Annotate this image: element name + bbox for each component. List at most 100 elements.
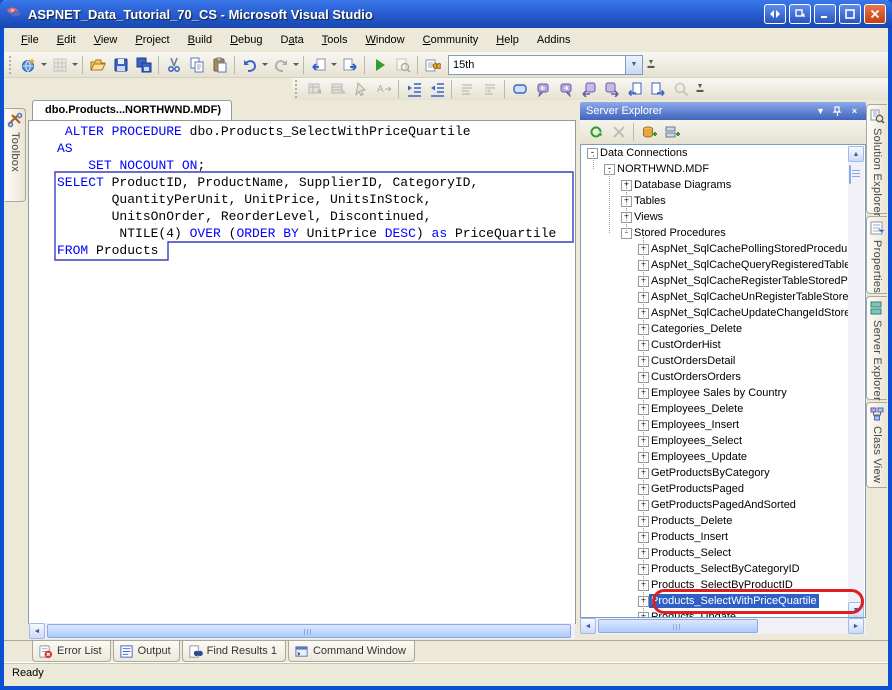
import-page-button[interactable] bbox=[623, 78, 646, 100]
undock-icon[interactable] bbox=[789, 4, 811, 24]
tree-item[interactable]: +Employee Sales by Country bbox=[581, 385, 850, 401]
menu-project[interactable]: Project bbox=[126, 30, 178, 50]
connect-to-server-button[interactable] bbox=[660, 121, 683, 143]
side-tab-solution-explorer[interactable]: Solution Explorer bbox=[866, 104, 887, 214]
side-tab-toolbox[interactable]: Toolbox bbox=[5, 108, 26, 202]
tree-item[interactable]: +Employees_Insert bbox=[581, 417, 850, 433]
decrease-indent-button[interactable] bbox=[402, 78, 425, 100]
scroll-thumb[interactable] bbox=[47, 624, 571, 638]
start-debug-button[interactable] bbox=[368, 54, 391, 76]
tree-item[interactable]: -Data Connections bbox=[581, 145, 850, 161]
side-tab-properties[interactable]: Properties bbox=[866, 216, 887, 294]
callout-next-button[interactable] bbox=[554, 78, 577, 100]
menu-help[interactable]: Help bbox=[487, 30, 528, 50]
side-tab-class-view[interactable]: Class View bbox=[866, 402, 887, 488]
tree-item[interactable]: +Employees_Update bbox=[581, 449, 850, 465]
close-icon[interactable] bbox=[864, 4, 886, 24]
bottom-tab-command-window[interactable]: Command Window bbox=[288, 641, 415, 662]
undo-dropdown-icon[interactable] bbox=[261, 54, 269, 76]
combo-dropdown-icon[interactable]: ▼ bbox=[626, 55, 643, 75]
toolbar-overflow-icon[interactable]: ▼▬ bbox=[694, 78, 706, 100]
server-explorer-caption[interactable]: Server Explorer ▼ × bbox=[580, 102, 866, 120]
tree-item[interactable]: +Products_Select bbox=[581, 545, 850, 561]
menu-view[interactable]: View bbox=[85, 30, 127, 50]
cut-button[interactable] bbox=[162, 54, 185, 76]
tree-item[interactable]: +AspNet_SqlCacheUpdateChangeIdStore bbox=[581, 305, 850, 321]
tree-item[interactable]: +Employees_Select bbox=[581, 433, 850, 449]
bottom-tab-find-results-1[interactable]: Find Results 1 bbox=[182, 641, 286, 662]
scroll-up-icon[interactable]: ▲ bbox=[848, 146, 864, 162]
menu-community[interactable]: Community bbox=[414, 30, 488, 50]
new-website-button[interactable] bbox=[17, 54, 40, 76]
tree-item[interactable]: +AspNet_SqlCachePollingStoredProcedure bbox=[581, 241, 850, 257]
window-menu-icon[interactable]: ▼ bbox=[813, 104, 828, 118]
tree-item[interactable]: +Categories_Delete bbox=[581, 321, 850, 337]
menu-data[interactable]: Data bbox=[272, 30, 313, 50]
tree-item[interactable]: +Products_Insert bbox=[581, 529, 850, 545]
connect-to-database-button[interactable] bbox=[637, 121, 660, 143]
tree-hscrollbar[interactable]: ◄ ► bbox=[580, 618, 866, 634]
editor-content[interactable]: ALTER PROCEDURE dbo.Products_SelectWithP… bbox=[28, 120, 576, 624]
scroll-thumb[interactable] bbox=[849, 165, 851, 184]
menu-build[interactable]: Build bbox=[179, 30, 221, 50]
menu-debug[interactable]: Debug bbox=[221, 30, 271, 50]
undo-button[interactable] bbox=[238, 54, 261, 76]
tree-vscrollbar[interactable]: ▲ ▼ bbox=[848, 146, 864, 618]
tree-item[interactable]: +Products_SelectByCategoryID bbox=[581, 561, 850, 577]
move-previous-button[interactable] bbox=[577, 78, 600, 100]
export-page-button[interactable] bbox=[646, 78, 669, 100]
redo-dropdown-icon[interactable] bbox=[292, 54, 300, 76]
tree-item[interactable]: +AspNet_SqlCacheQueryRegisteredTables bbox=[581, 257, 850, 273]
add-item-dropdown-icon[interactable] bbox=[71, 54, 79, 76]
scroll-thumb[interactable] bbox=[598, 619, 758, 633]
tree-item[interactable]: +Products_Delete bbox=[581, 513, 850, 529]
navigate-backward-dropdown-icon[interactable] bbox=[330, 54, 338, 76]
bottom-tab-output[interactable]: Output bbox=[113, 641, 180, 662]
tree-item[interactable]: +GetProductsPagedAndSorted bbox=[581, 497, 850, 513]
tree-item[interactable]: -Stored Procedures bbox=[581, 225, 850, 241]
tree-item[interactable]: +Tables bbox=[581, 193, 850, 209]
find-symbol-button[interactable] bbox=[421, 54, 444, 76]
navigate-backward-button[interactable] bbox=[307, 54, 330, 76]
bottom-tab-error-list[interactable]: Error List bbox=[32, 641, 111, 662]
new-website-dropdown-icon[interactable] bbox=[40, 54, 48, 76]
tree-item[interactable]: +Views bbox=[581, 209, 850, 225]
maximize-icon[interactable] bbox=[839, 4, 861, 24]
tree-item[interactable]: +CustOrderHist bbox=[581, 337, 850, 353]
refresh-button[interactable] bbox=[584, 121, 607, 143]
side-tab-server-explorer[interactable]: Server Explorer bbox=[866, 296, 887, 400]
increase-indent-button[interactable] bbox=[425, 78, 448, 100]
menu-tools[interactable]: Tools bbox=[313, 30, 357, 50]
menu-addins[interactable]: Addins bbox=[528, 30, 580, 50]
menu-edit[interactable]: Edit bbox=[48, 30, 85, 50]
editor-hscrollbar[interactable]: ◄ bbox=[29, 623, 575, 639]
menu-window[interactable]: Window bbox=[356, 30, 413, 50]
move-next-button[interactable] bbox=[600, 78, 623, 100]
toolbar-grip[interactable] bbox=[9, 56, 14, 74]
minimize-icon[interactable] bbox=[814, 4, 836, 24]
tree-item[interactable]: +Database Diagrams bbox=[581, 177, 850, 193]
scroll-left-icon[interactable]: ◄ bbox=[580, 618, 596, 634]
pin-icon[interactable] bbox=[830, 104, 845, 118]
tree-item[interactable]: +GetProductsByCategory bbox=[581, 465, 850, 481]
scroll-right-icon[interactable]: ► bbox=[848, 618, 864, 634]
tree-item[interactable]: +GetProductsPaged bbox=[581, 481, 850, 497]
scroll-left-icon[interactable]: ◄ bbox=[29, 623, 45, 639]
navigate-forward-button[interactable] bbox=[338, 54, 361, 76]
editor-tab[interactable]: dbo.Products...NORTHWND.MDF) bbox=[32, 100, 232, 121]
tree-item[interactable]: +CustOrdersOrders bbox=[581, 369, 850, 385]
combo-value[interactable]: 15th bbox=[448, 55, 626, 75]
tree-item[interactable]: +AspNet_SqlCacheRegisterTableStoredP bbox=[581, 273, 850, 289]
switch-icon[interactable] bbox=[764, 4, 786, 24]
highlight-shape-button[interactable] bbox=[508, 78, 531, 100]
save-all-button[interactable] bbox=[132, 54, 155, 76]
tree-item[interactable]: -NORTHWND.MDF bbox=[581, 161, 850, 177]
tree-item[interactable]: +AspNet_SqlCacheUnRegisterTableStore bbox=[581, 289, 850, 305]
tree-item[interactable]: +CustOrdersDetail bbox=[581, 353, 850, 369]
paste-button[interactable] bbox=[208, 54, 231, 76]
menu-file[interactable]: File bbox=[12, 30, 48, 50]
tree-item[interactable]: +Employees_Delete bbox=[581, 401, 850, 417]
callout-previous-button[interactable] bbox=[531, 78, 554, 100]
close-icon[interactable]: × bbox=[847, 104, 862, 118]
toolbar-grip[interactable] bbox=[295, 80, 300, 98]
